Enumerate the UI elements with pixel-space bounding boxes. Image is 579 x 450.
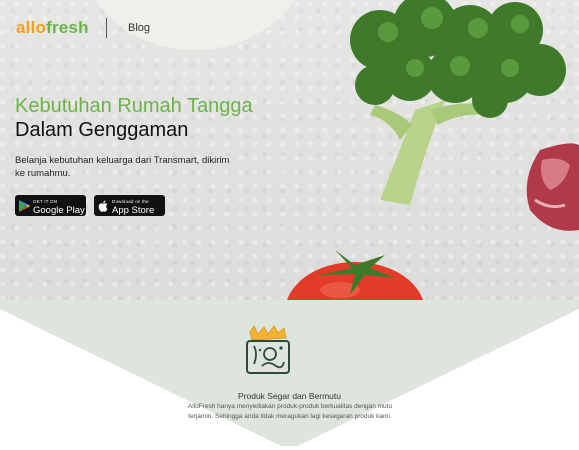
apple-icon bbox=[94, 200, 112, 212]
google-play-big-label: Google Play bbox=[33, 204, 85, 216]
google-play-button[interactable]: GET IT ON Google Play bbox=[15, 195, 86, 216]
top-decorative-blob bbox=[80, 0, 310, 50]
app-store-big-label: App Store bbox=[112, 204, 155, 216]
allofresh-logo[interactable]: allofresh bbox=[16, 18, 89, 38]
hero-subtext: Belanja kebutuhan keluarga dari Transmar… bbox=[15, 155, 230, 179]
feature-title: Produk Segar dan Bermutu bbox=[237, 391, 341, 401]
tomato-image bbox=[287, 250, 423, 300]
meat-image bbox=[526, 143, 579, 231]
grocery-bag-icon bbox=[246, 325, 290, 374]
headline-line2: Dalam Genggaman bbox=[15, 119, 189, 141]
nav-link-blog[interactable]: Blog bbox=[128, 22, 150, 34]
hero-section: allofresh Blog Kebutuhan Rumah Tangga Da… bbox=[0, 0, 579, 300]
feature-description: AlloFresh hanya menyediakan produk-produ… bbox=[187, 403, 393, 420]
bottom-edge bbox=[0, 446, 579, 450]
app-store-button[interactable]: Download on the App Store bbox=[94, 195, 165, 216]
google-play-icon bbox=[15, 199, 33, 212]
headline-line1: Kebutuhan Rumah Tangga bbox=[15, 95, 253, 117]
hero-headline: Kebutuhan Rumah Tangga Dalam Genggaman bbox=[15, 94, 253, 142]
nav-divider bbox=[106, 18, 107, 38]
